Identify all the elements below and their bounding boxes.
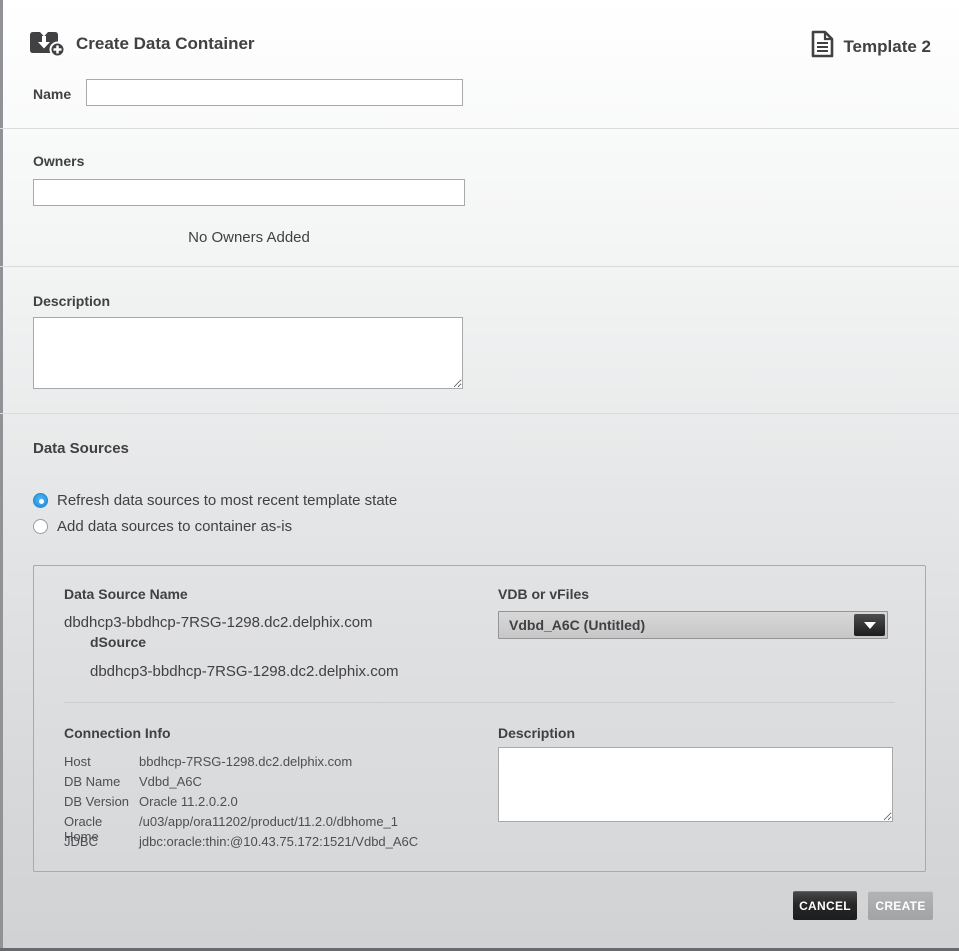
- radio-option-refresh[interactable]: Refresh data sources to most recent temp…: [33, 492, 397, 509]
- no-owners-message: No Owners Added: [33, 229, 465, 246]
- connection-label: DB Name: [64, 774, 139, 789]
- data-source-name-header: Data Source Name: [64, 586, 188, 602]
- radio-option-label: Refresh data sources to most recent temp…: [57, 492, 397, 509]
- connection-value: bbdhcp-7RSG-1298.dc2.delphix.com: [139, 754, 352, 769]
- divider: [0, 413, 959, 414]
- dropdown-button[interactable]: [854, 614, 885, 636]
- left-edge-line: [0, 0, 3, 951]
- divider: [0, 266, 959, 267]
- description-textarea[interactable]: [33, 317, 463, 389]
- panel-description-textarea[interactable]: [498, 747, 893, 822]
- connection-label: DB Version: [64, 794, 139, 809]
- connection-label: Host: [64, 754, 139, 769]
- data-container-icon: [28, 29, 68, 64]
- create-button[interactable]: CREATE: [868, 891, 933, 920]
- connection-row-db-version: DB Version Oracle 11.2.0.2.0: [64, 794, 238, 809]
- data-source-panel: Data Source Name VDB or vFiles dbdhcp3-b…: [33, 565, 926, 872]
- dsource-label: dSource: [90, 634, 146, 650]
- radio-option-as-is[interactable]: Add data sources to container as-is: [33, 518, 292, 535]
- create-data-container-dialog: Create Data Container Template 2 Name Ow…: [0, 0, 959, 951]
- dsource-name: dbdhcp3-bbdhcp-7RSG-1298.dc2.delphix.com: [90, 663, 399, 680]
- template-indicator: Template 2: [811, 30, 931, 63]
- connection-row-host: Host bbdhcp-7RSG-1298.dc2.delphix.com: [64, 754, 352, 769]
- template-name: Template 2: [843, 37, 931, 57]
- radio-selected-icon[interactable]: [33, 493, 48, 508]
- connection-row-jdbc: JDBC jdbc:oracle:thin:@10.43.75.172:1521…: [64, 834, 418, 849]
- cancel-button[interactable]: CANCEL: [793, 891, 857, 920]
- connection-value: Oracle 11.2.0.2.0: [139, 794, 238, 809]
- connection-label: JDBC: [64, 834, 139, 849]
- radio-option-label: Add data sources to container as-is: [57, 518, 292, 535]
- vdb-select[interactable]: Vdbd_A6C (Untitled): [498, 611, 888, 639]
- description-label: Description: [33, 293, 110, 309]
- divider: [64, 702, 895, 703]
- owners-input[interactable]: [33, 179, 465, 206]
- panel-description-label: Description: [498, 725, 575, 741]
- chevron-down-icon: [864, 622, 876, 629]
- connection-value: Vdbd_A6C: [139, 774, 202, 789]
- page-title: Create Data Container: [76, 34, 255, 54]
- owners-label: Owners: [33, 153, 84, 169]
- connection-value: jdbc:oracle:thin:@10.43.75.172:1521/Vdbd…: [139, 834, 418, 849]
- data-source-name: dbdhcp3-bbdhcp-7RSG-1298.dc2.delphix.com: [64, 614, 373, 631]
- data-sources-heading: Data Sources: [33, 440, 129, 457]
- name-label: Name: [33, 86, 71, 102]
- divider: [0, 128, 959, 129]
- radio-unselected-icon[interactable]: [33, 519, 48, 534]
- connection-row-db-name: DB Name Vdbd_A6C: [64, 774, 202, 789]
- template-document-icon: [811, 30, 834, 63]
- vdb-or-vfiles-header: VDB or vFiles: [498, 586, 589, 602]
- connection-info-heading: Connection Info: [64, 725, 171, 741]
- vdb-selected-value: Vdbd_A6C (Untitled): [499, 617, 645, 633]
- name-input[interactable]: [86, 79, 463, 106]
